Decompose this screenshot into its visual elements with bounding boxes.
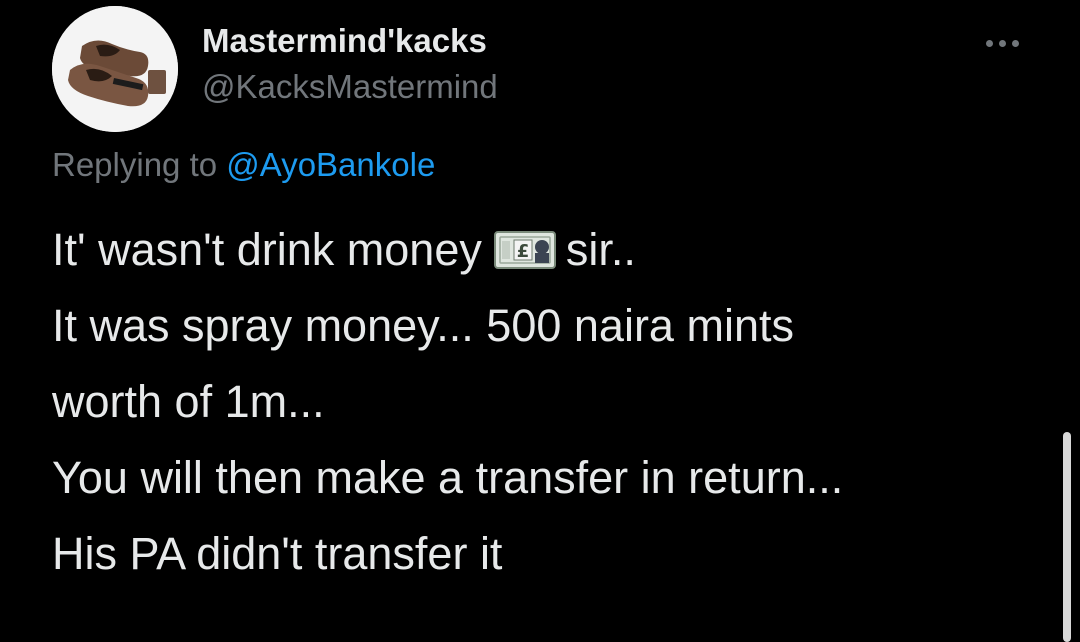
- tweet-text: It' wasn't drink money £ sir.. It was sp…: [52, 212, 1032, 592]
- tweet-line-1: It' wasn't drink money £ sir..: [52, 212, 1032, 288]
- scrollbar[interactable]: [1063, 432, 1071, 642]
- pound-banknote-icon: £: [493, 231, 556, 269]
- shoes-avatar-icon: [52, 6, 178, 132]
- more-options-button[interactable]: [978, 28, 1026, 58]
- tweet-text-segment: It' wasn't drink money: [52, 224, 482, 275]
- tweet-line-3: worth of 1m...: [52, 376, 325, 427]
- replying-to-label: Replying to: [52, 146, 218, 183]
- tweet-line-4: You will then make a transfer in return.…: [52, 452, 844, 503]
- tweet-text-segment: sir..: [565, 224, 636, 275]
- more-options-icon: [1011, 39, 1019, 47]
- more-options-icon: [998, 39, 1006, 47]
- display-name[interactable]: Mastermind'kacks: [202, 22, 487, 60]
- user-handle[interactable]: @KacksMastermind: [202, 68, 498, 106]
- avatar[interactable]: [52, 6, 178, 132]
- tweet-line-5: His PA didn't transfer it: [52, 528, 503, 579]
- replying-to-link[interactable]: @AyoBankole: [226, 146, 435, 183]
- svg-text:£: £: [517, 241, 530, 262]
- more-options-icon: [985, 39, 993, 47]
- replying-to-line: Replying to @AyoBankole: [52, 146, 435, 184]
- tweet-line-2: It was spray money... 500 naira mints: [52, 300, 794, 351]
